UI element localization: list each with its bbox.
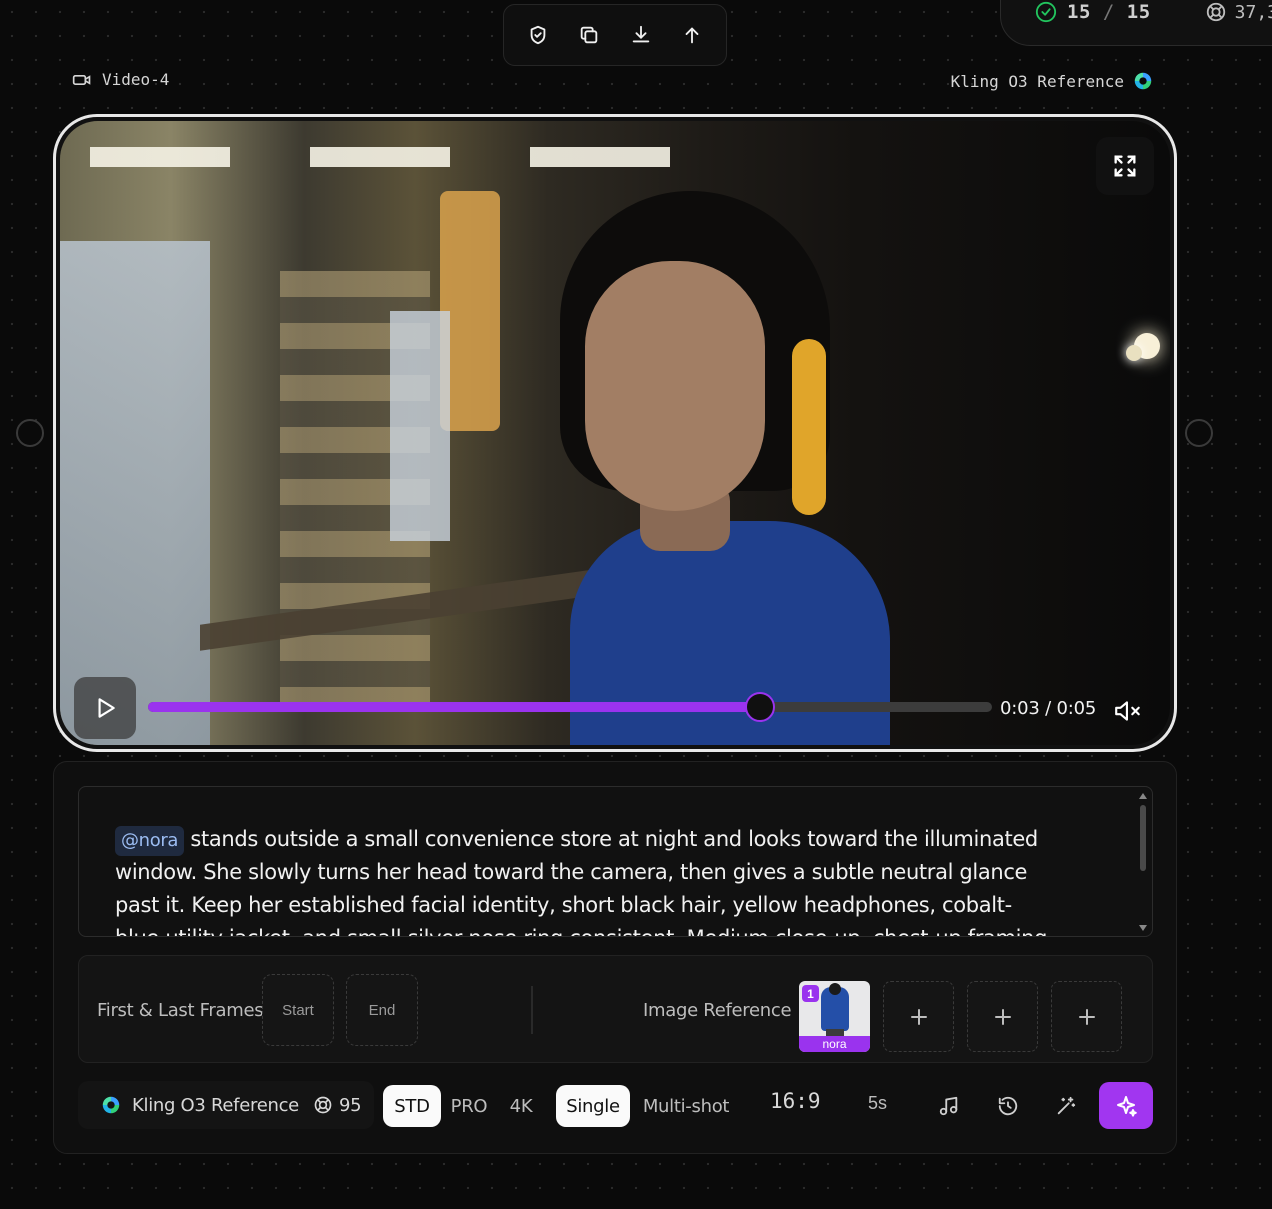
reference-name-label: nora [799, 1036, 870, 1052]
add-reference-button[interactable] [967, 981, 1038, 1052]
lifebuoy-icon [314, 1096, 332, 1114]
kling-logo-icon [102, 1096, 120, 1114]
status-pill: 15 / 15 37,3 [1000, 0, 1272, 46]
audio-button[interactable] [929, 1086, 969, 1126]
copy-button[interactable] [569, 15, 609, 55]
generate-button[interactable] [1099, 1082, 1153, 1129]
video-player: 0:03 / 0:05 [53, 114, 1177, 752]
history-button[interactable] [988, 1086, 1028, 1126]
video-camera-icon [72, 74, 91, 85]
prompt-input[interactable]: @nora stands outside a small convenience… [78, 786, 1153, 937]
frames-label: First & Last Frames [97, 1000, 264, 1021]
time-readout: 0:03 / 0:05 [1000, 698, 1097, 719]
play-button[interactable] [74, 677, 136, 739]
magic-wand-icon [1057, 1096, 1076, 1115]
shot-single[interactable]: Single [556, 1085, 630, 1127]
node-model: Kling O3 Reference [951, 70, 1154, 92]
node-title: Video-4 [72, 70, 169, 89]
input-handle[interactable] [16, 419, 44, 447]
frames-row: First & Last Frames Start End Image Refe… [78, 955, 1153, 1063]
prompt-text[interactable]: @nora stands outside a small convenience… [115, 823, 1055, 936]
download-button[interactable] [621, 15, 661, 55]
prompt-body: stands outside a small convenience store… [115, 827, 1054, 936]
add-reference-button[interactable] [883, 981, 954, 1052]
settings-bar: Kling O3 Reference 95 STD PRO 4K Single … [78, 1081, 1153, 1131]
sparkles-icon [1117, 1095, 1137, 1117]
upload-arrow-icon [685, 27, 699, 44]
generation-panel: @nora stands outside a small convenience… [53, 761, 1177, 1154]
play-icon [98, 698, 115, 718]
download-icon [632, 25, 649, 43]
video-frame-image [60, 121, 1170, 745]
progress-bar[interactable] [148, 692, 992, 722]
mute-button[interactable] [1108, 691, 1148, 731]
node-title-text: Video-4 [102, 70, 170, 89]
add-reference-button[interactable] [1051, 981, 1122, 1052]
mention-chip[interactable]: @nora [115, 826, 185, 856]
expand-icon [1114, 155, 1136, 177]
reference-index-badge: 1 [802, 985, 819, 1002]
model-cost: 95 [313, 1095, 362, 1116]
start-frame-slot[interactable]: Start [262, 974, 334, 1046]
prompt-scrollbar[interactable] [1138, 791, 1148, 933]
credit-balance[interactable]: 37,3 [1205, 1, 1272, 23]
volume-muted-icon [1115, 701, 1140, 721]
top-toolbar [503, 4, 727, 66]
node-model-text: Kling O3 Reference [950, 71, 1124, 91]
aspect-ratio-selector[interactable]: 16:9 [770, 1089, 821, 1113]
history-icon [998, 1096, 1018, 1116]
plus-icon [994, 1008, 1011, 1025]
progress-fill [148, 702, 760, 712]
quality-4k[interactable]: 4K [500, 1085, 542, 1127]
copy-icon [581, 26, 598, 44]
scroll-up-arrow[interactable] [1139, 793, 1147, 799]
image-reference-label: Image Reference [643, 1000, 792, 1021]
end-frame-slot[interactable]: End [346, 974, 418, 1046]
progress-thumb[interactable] [744, 692, 775, 722]
scroll-down-arrow[interactable] [1139, 925, 1147, 931]
quality-std[interactable]: STD [383, 1085, 441, 1127]
enhance-prompt-button[interactable] [1046, 1086, 1086, 1126]
music-note-icon [939, 1096, 958, 1116]
model-name: Kling O3 Reference [132, 1094, 299, 1116]
fullscreen-button[interactable] [1096, 137, 1154, 195]
check-circle-icon [1035, 1, 1057, 23]
shot-multi[interactable]: Multi-shot [636, 1085, 736, 1127]
output-handle[interactable] [1185, 419, 1213, 447]
quality-pro[interactable]: PRO [444, 1085, 494, 1127]
upload-button[interactable] [672, 15, 712, 55]
row-divider [531, 986, 533, 1034]
job-count: 15 / 15 [1067, 1, 1151, 23]
kling-logo-icon [1134, 72, 1152, 90]
model-selector[interactable]: Kling O3 Reference 95 [78, 1081, 374, 1129]
shield-icon [530, 25, 546, 45]
plus-icon [1078, 1008, 1095, 1025]
plus-icon [910, 1008, 927, 1025]
lifebuoy-icon [1206, 2, 1225, 22]
reference-image[interactable]: 1 nora [799, 981, 870, 1052]
scroll-thumb[interactable] [1140, 805, 1146, 871]
duration-selector[interactable]: 5s [868, 1093, 887, 1114]
shield-button[interactable] [518, 15, 558, 55]
